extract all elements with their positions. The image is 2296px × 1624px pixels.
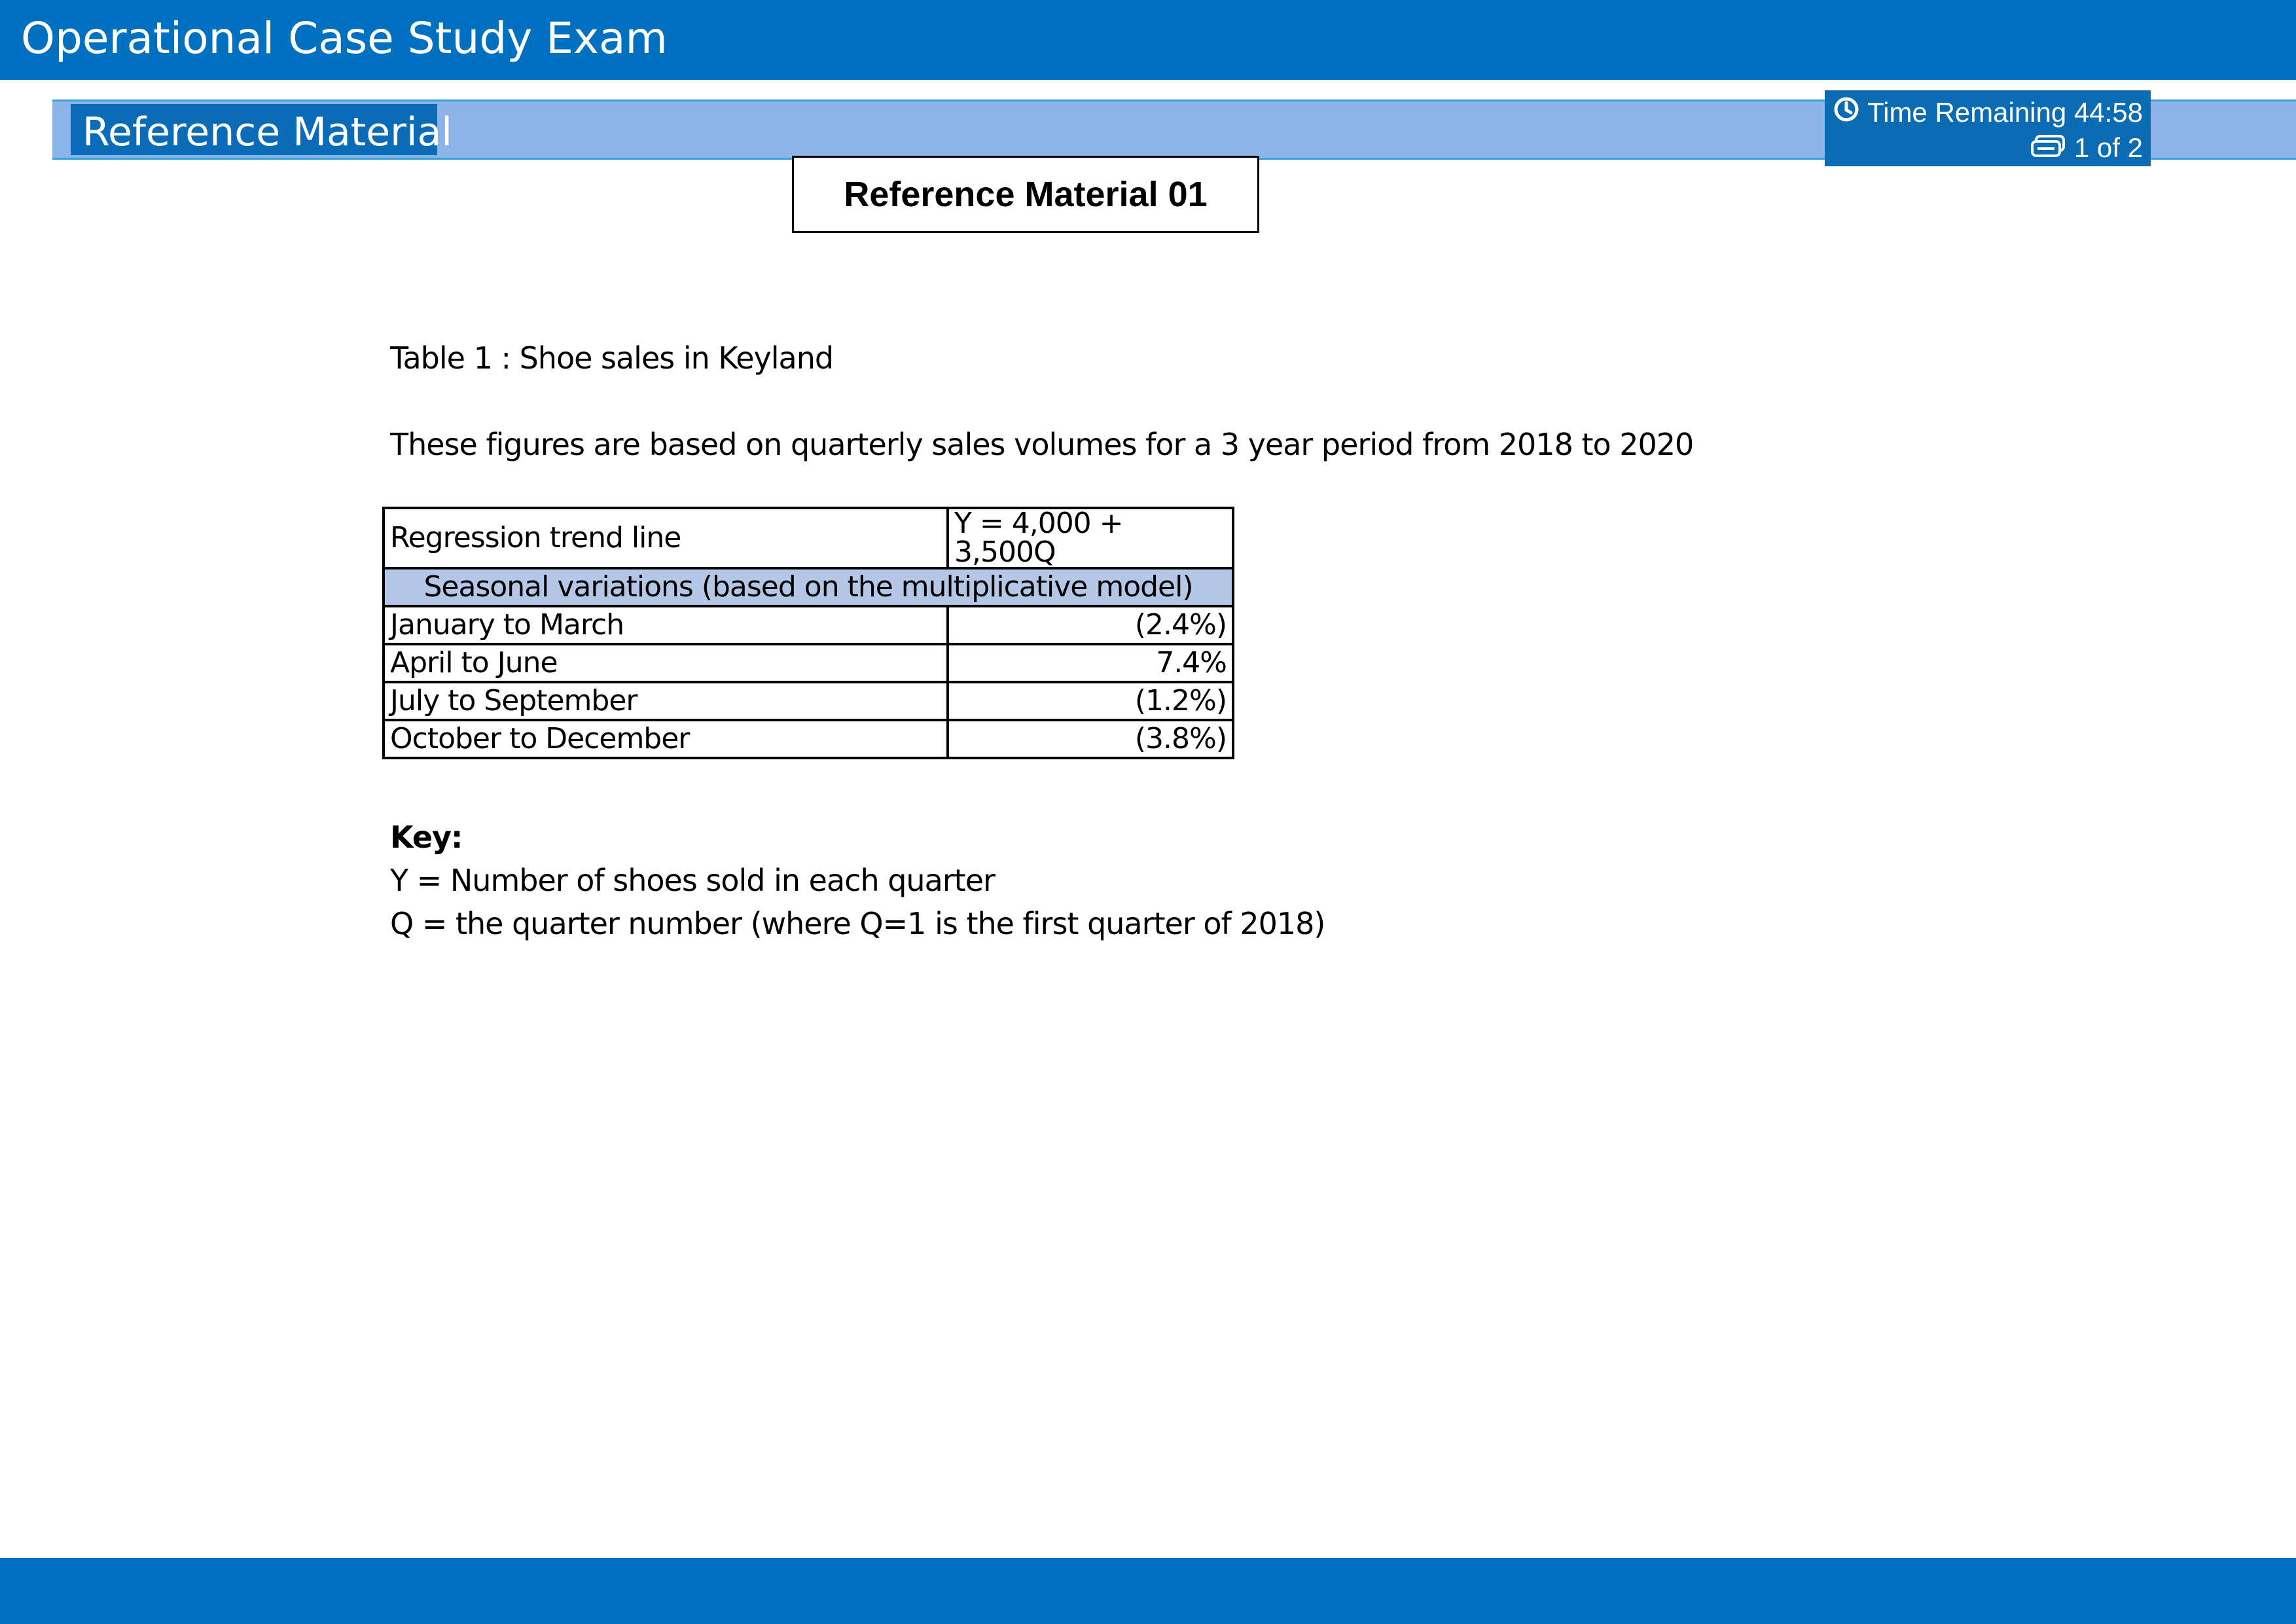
quarter-value: (1.2%) — [946, 681, 1234, 721]
reference-material-tab[interactable]: Reference Material — [71, 104, 452, 155]
page-indicator[interactable]: 1 of 2 — [2030, 130, 2143, 166]
trend-label: Regression trend line — [382, 507, 949, 569]
key-line-y: Y = Number of shoes sold in each quarter — [390, 863, 996, 898]
quarter-label: October to December — [382, 719, 949, 759]
table-row: Regression trend line Y = 4,000 + 3,500Q — [382, 507, 1234, 569]
key-heading: Key: — [390, 820, 463, 855]
shoe-sales-table: Regression trend line Y = 4,000 + 3,500Q… — [382, 507, 1234, 759]
time-remaining-text: Time Remaining 44:58 — [1867, 97, 2143, 128]
intro-text: These figures are based on quarterly sal… — [390, 427, 1694, 462]
table-row: July to September (1.2%) — [382, 681, 1234, 721]
quarter-value: 7.4% — [946, 643, 1234, 683]
time-remaining: Time Remaining 44:58 — [1833, 94, 2143, 131]
clock-icon — [1833, 96, 1859, 129]
table-row: October to December (3.8%) — [382, 719, 1234, 759]
material-title: Reference Material 01 — [792, 156, 1259, 233]
quarter-label: April to June — [382, 643, 949, 683]
reference-material-tab-label: Reference Material — [82, 109, 452, 155]
quarter-value: (3.8%) — [946, 719, 1234, 759]
table-caption: Table 1 : Shoe sales in Keyland — [390, 340, 834, 376]
seasonal-header: Seasonal variations (based on the multip… — [382, 567, 1234, 607]
table-row: April to June 7.4% — [382, 643, 1234, 683]
key-line-q: Q = the quarter number (where Q=1 is the… — [390, 906, 1325, 941]
quarter-value: (2.4%) — [946, 605, 1234, 645]
table-row: January to March (2.4%) — [382, 605, 1234, 645]
quarter-label: January to March — [382, 605, 949, 645]
exam-title: Operational Case Study Exam — [21, 13, 668, 63]
exam-header-bar: Operational Case Study Exam — [0, 0, 2296, 80]
status-panel: Time Remaining 44:58 1 of 2 — [1825, 90, 2151, 166]
page-indicator-text: 1 of 2 — [2073, 132, 2143, 163]
footer-bar — [0, 1558, 2296, 1624]
table-row: Seasonal variations (based on the multip… — [382, 567, 1234, 607]
trend-value: Y = 4,000 + 3,500Q — [946, 507, 1234, 569]
pages-icon — [2030, 132, 2066, 164]
quarter-label: July to September — [382, 681, 949, 721]
